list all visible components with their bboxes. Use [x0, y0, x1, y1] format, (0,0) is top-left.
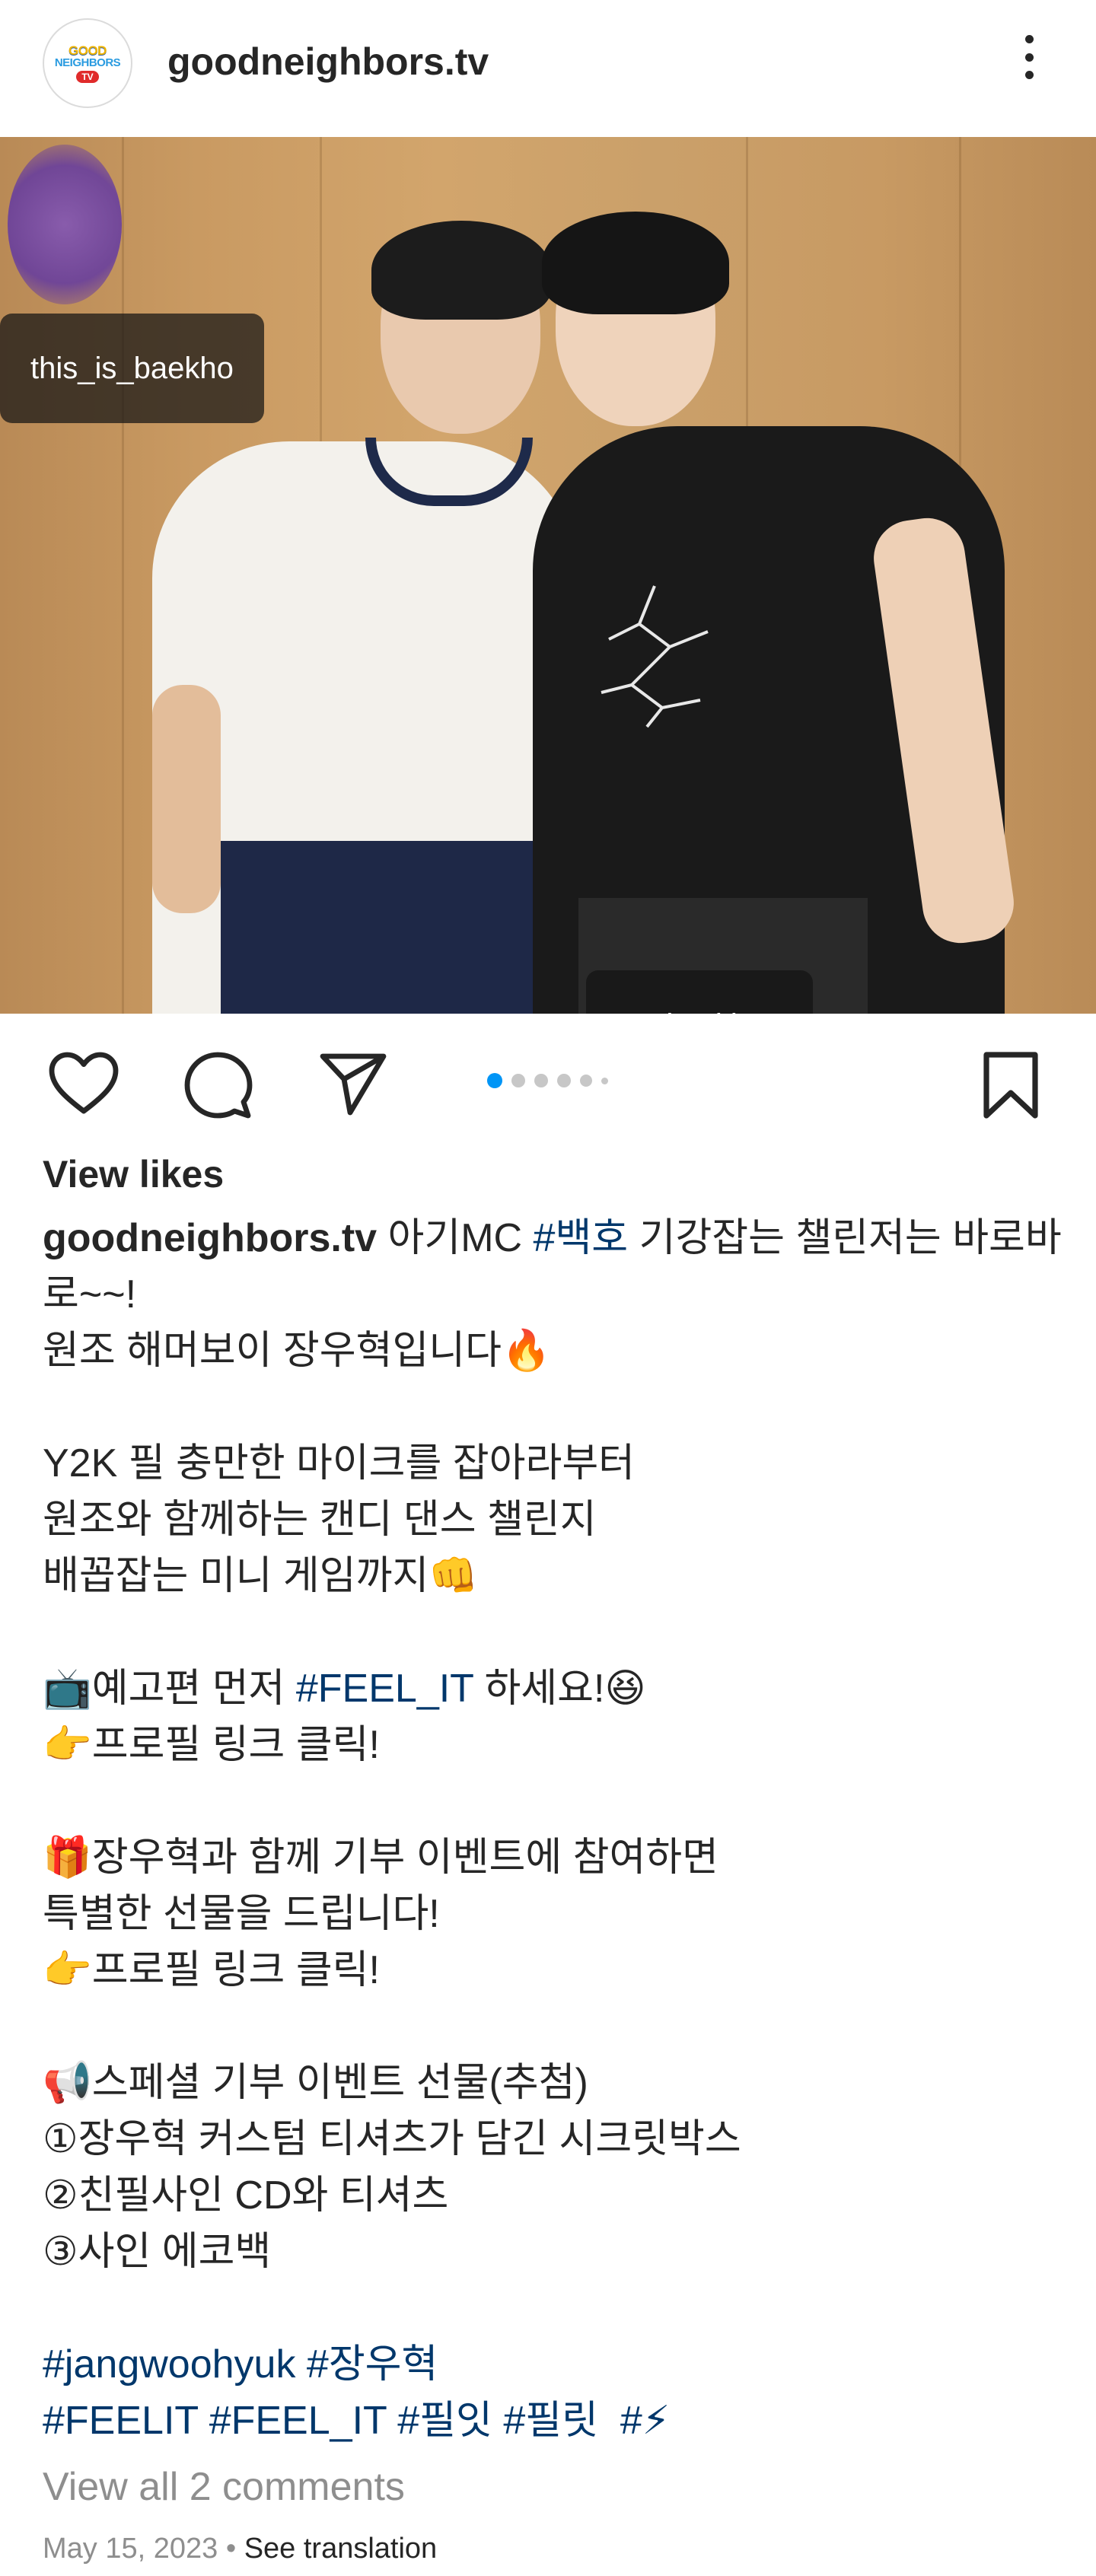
avatar-logo-tv: TV: [76, 70, 99, 83]
carousel-dot: [580, 1075, 592, 1087]
hashtag-link[interactable]: #백호: [534, 1216, 629, 1260]
hashtag-link[interactable]: #FEEL_IT: [296, 1667, 473, 1711]
heart-icon[interactable]: [47, 1050, 120, 1116]
user-tag-woohyukjang[interactable]: woohyukjang: [586, 970, 813, 1014]
shirt-print-graphic: [601, 585, 709, 728]
caption-text: 원조 해머보이 장우혁입니다🔥: [43, 1329, 551, 1373]
user-tag-label: this_is_baekho: [30, 351, 234, 385]
caption-text: ②친필사인 CD와 티셔츠: [43, 2173, 449, 2218]
channel-badge-logo: [8, 145, 122, 304]
carousel-dot: [534, 1074, 548, 1087]
carousel-dot: [511, 1074, 525, 1087]
caption-text: 🎁장우혁과 함께 기부 이벤트에 참여하면: [43, 1836, 718, 1880]
post-caption: goodneighbors.tv 아기MC #백호 기강잡는 챌린저는 바로바로…: [43, 1210, 1063, 2449]
comment-icon[interactable]: [183, 1050, 253, 1120]
caption-text: 👉프로필 링크 클릭!: [43, 1948, 380, 1992]
caption-text: 원조와 함께하는 캔디 댄스 챌린지: [43, 1498, 597, 1542]
carousel-dot: [601, 1077, 608, 1084]
avatar-logo-neighbors: NEIGHBORS: [54, 56, 121, 69]
post-username[interactable]: goodneighbors.tv: [167, 40, 489, 84]
user-tag-baekho[interactable]: this_is_baekho: [0, 314, 264, 423]
caption-text: 하세요!😆: [473, 1667, 646, 1711]
person-left-hair: [371, 221, 551, 320]
caption-text: 📢스페셜 기부 이벤트 선물(추첨): [43, 2061, 588, 2105]
post-date: May 15, 2023: [43, 2533, 218, 2565]
caption-text: 아기MC: [377, 1216, 534, 1260]
caption-text: 특별한 선물을 드립니다!: [43, 1892, 440, 1936]
view-likes-link[interactable]: View likes: [43, 1152, 224, 1196]
see-translation-link[interactable]: See translation: [244, 2533, 438, 2565]
caption-text: Y2K 필 충만한 마이크를 잡아라부터: [43, 1441, 635, 1485]
caption-text: ①장우혁 커스텀 티셔츠가 담긴 시크릿박스: [43, 2117, 741, 2161]
avatar-logo-good: GOOD: [68, 43, 107, 58]
bookmark-icon[interactable]: [982, 1050, 1040, 1120]
person-left-pants: [221, 841, 540, 1014]
carousel-indicator: [487, 1073, 608, 1088]
post-meta: May 15, 2023 • See translation: [43, 2533, 437, 2565]
caption-text: 📺예고편 먼저: [43, 1667, 296, 1711]
send-icon[interactable]: [318, 1050, 388, 1117]
hashtag-line[interactable]: #FEELIT #FEEL_IT #필잇 #필릿 #⚡: [43, 2399, 670, 2443]
post-header: GOOD NEIGHBORS TV goodneighbors.tv: [0, 0, 1096, 135]
caption-text: 👉프로필 링크 클릭!: [43, 1723, 380, 1767]
person-left-arm: [152, 685, 221, 913]
more-vertical-icon[interactable]: [1012, 30, 1046, 84]
meta-separator: •: [218, 2533, 244, 2565]
person-right-hair: [542, 212, 729, 314]
caption-username[interactable]: goodneighbors.tv: [43, 1216, 377, 1260]
hashtag-line[interactable]: #jangwoohyuk #장우혁: [43, 2342, 438, 2387]
carousel-dot: [557, 1074, 571, 1087]
post-photo[interactable]: this_is_baekho woohyukjang: [0, 137, 1096, 1014]
caption-text: 배꼽잡는 미니 게임까지👊: [43, 1554, 479, 1598]
caption-text: ③사인 에코백: [43, 2230, 272, 2274]
view-all-comments-link[interactable]: View all 2 comments: [43, 2464, 405, 2510]
user-tag-label: woohyukjang: [610, 1008, 789, 1014]
carousel-dot-active: [487, 1073, 502, 1088]
profile-avatar[interactable]: GOOD NEIGHBORS TV: [43, 18, 132, 108]
